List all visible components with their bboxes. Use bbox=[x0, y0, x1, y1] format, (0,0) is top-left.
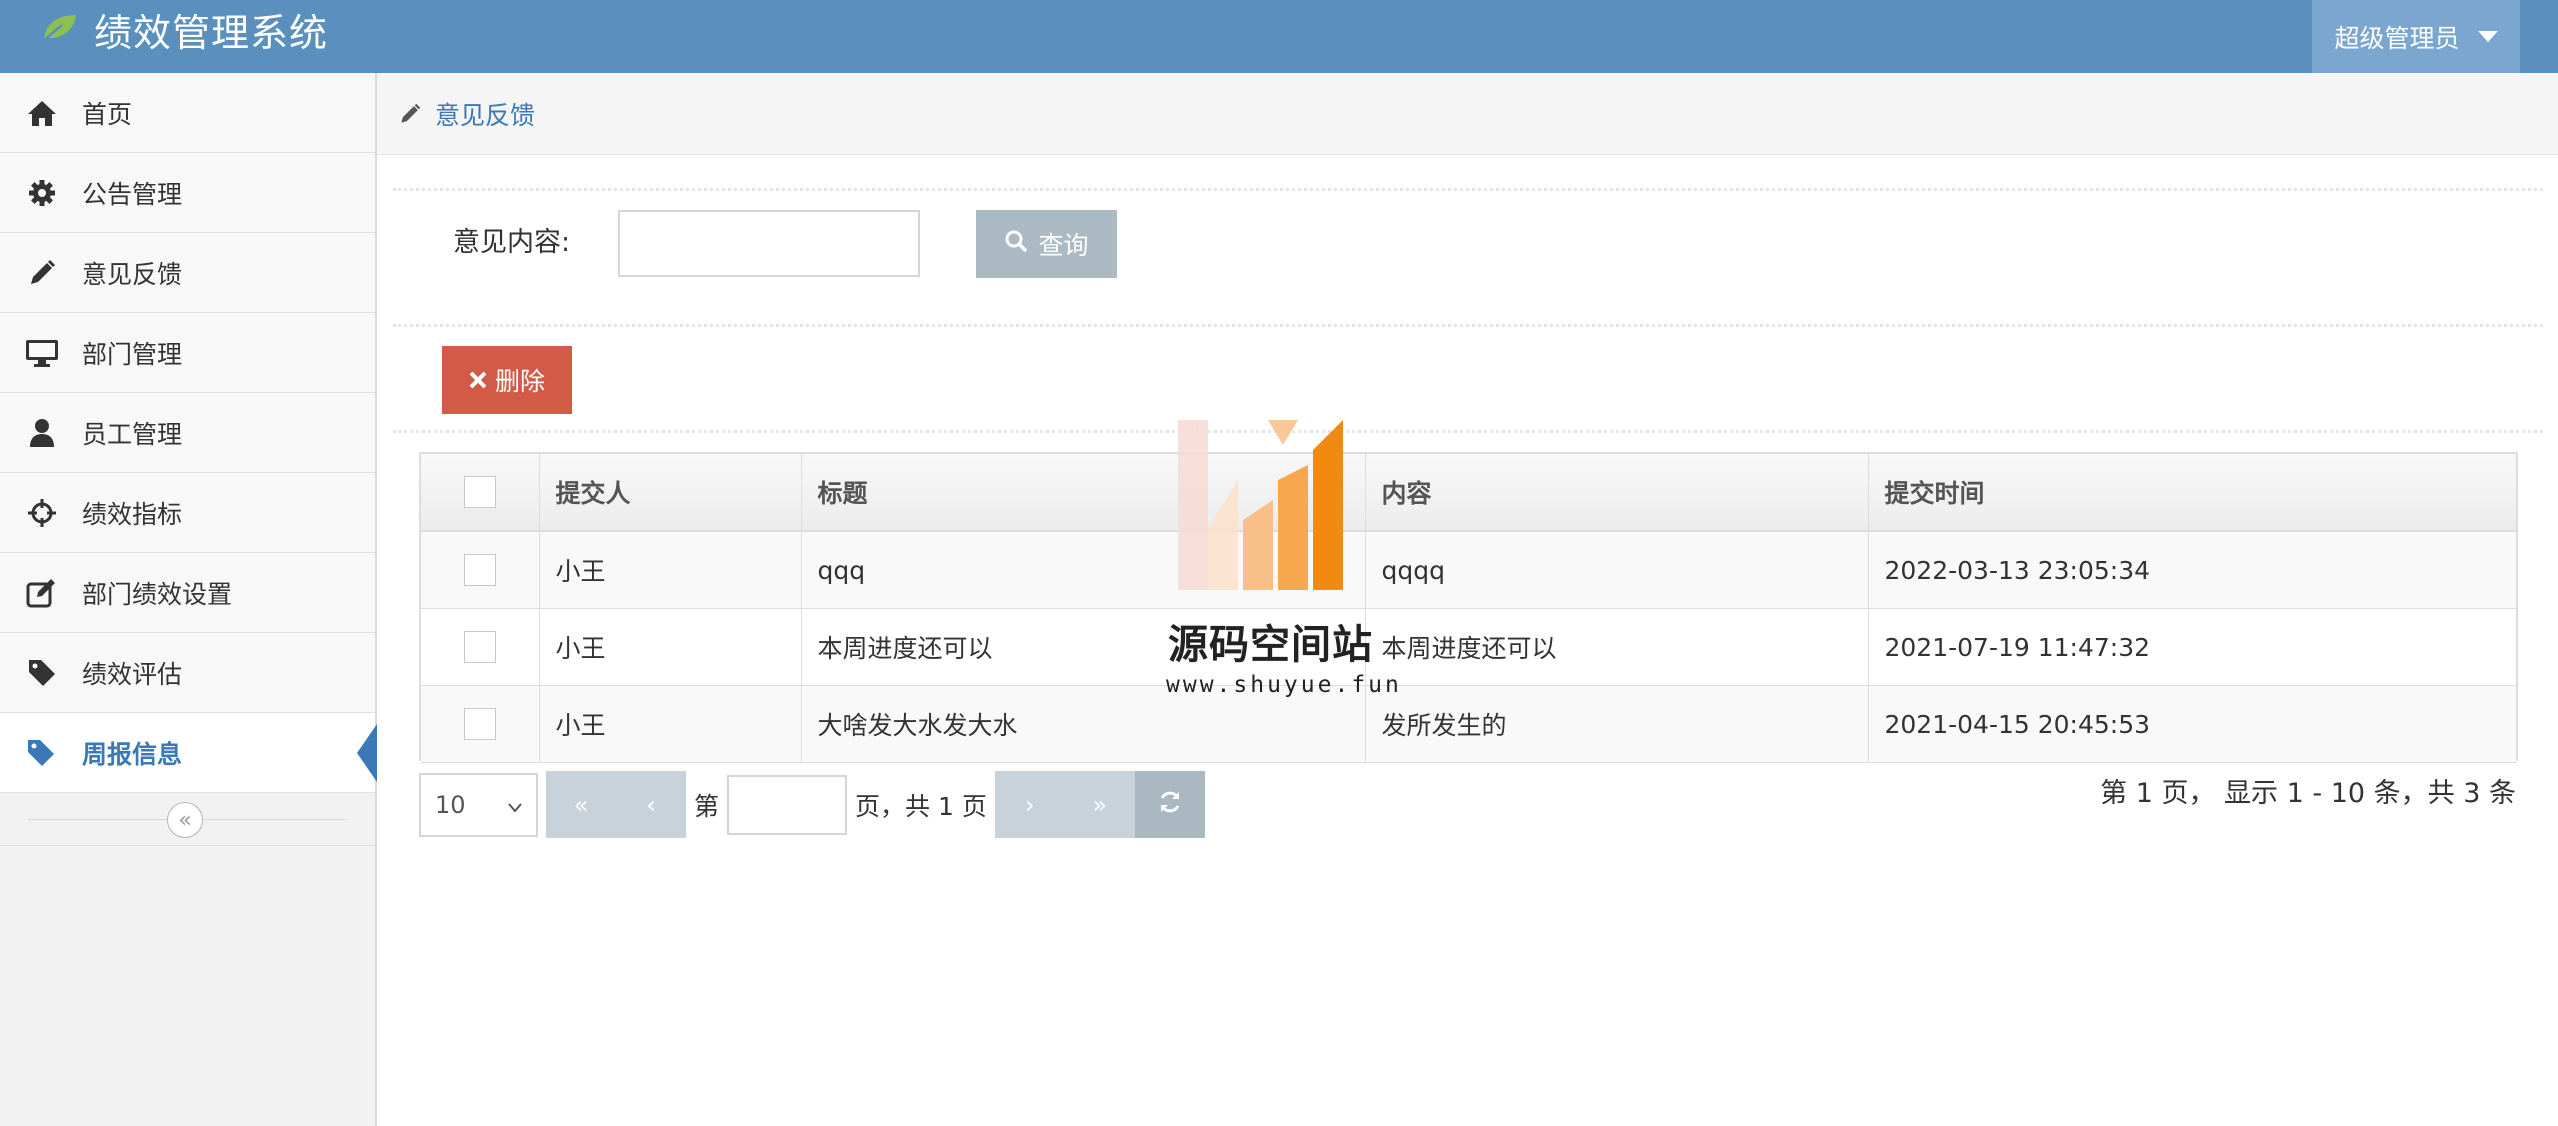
pagination-bar: 10 « ‹ 第 页，共 1 页 › » bbox=[419, 771, 1205, 838]
sidebar-item-dept-kpi-settings[interactable]: 部门绩效设置 bbox=[0, 553, 375, 633]
sidebar-collapse-bar: « bbox=[0, 793, 375, 846]
next-buttons: › » bbox=[994, 771, 1205, 838]
delete-button-label: 删除 bbox=[494, 367, 545, 396]
sidebar-item-label: 绩效评估 bbox=[82, 659, 183, 689]
watermark-title: 源码空间站 bbox=[1168, 622, 1373, 668]
sidebar-item-label: 周报信息 bbox=[82, 739, 183, 769]
close-icon bbox=[469, 366, 487, 395]
user-menu-button[interactable]: 超级管理员 bbox=[2312, 0, 2520, 73]
cell-submit-time: 2021-04-15 20:45:53 bbox=[1868, 685, 2516, 763]
chevron-right-icon: › bbox=[1025, 790, 1035, 819]
sidebar-item-feedback[interactable]: 意见反馈 bbox=[0, 233, 375, 313]
page-size-select[interactable]: 10 bbox=[419, 772, 538, 837]
next-page-button[interactable]: › bbox=[995, 771, 1065, 838]
sidebar-item-weekly-report[interactable]: 周报信息 bbox=[0, 713, 377, 793]
feedback-content-input[interactable] bbox=[618, 210, 920, 277]
chevron-down-icon bbox=[2477, 31, 2498, 42]
last-page-button[interactable]: » bbox=[1065, 771, 1135, 838]
row-checkbox[interactable] bbox=[463, 708, 496, 740]
double-chevron-left-icon: « bbox=[573, 790, 589, 819]
row-select-cell bbox=[421, 685, 540, 763]
monitor-icon bbox=[22, 333, 62, 373]
sidebar-item-evaluation[interactable]: 绩效评估 bbox=[0, 633, 375, 713]
crosshair-icon bbox=[22, 493, 62, 533]
divider bbox=[393, 324, 2543, 327]
cell-submit-time: 2022-03-13 23:05:34 bbox=[1868, 531, 2516, 609]
breadcrumb: 意见反馈 bbox=[377, 73, 2558, 155]
column-header-submitter[interactable]: 提交人 bbox=[539, 454, 802, 532]
prev-page-button[interactable]: ‹ bbox=[616, 771, 686, 838]
select-all-checkbox[interactable] bbox=[463, 476, 496, 508]
table-row[interactable]: 小王 本周进度还可以 本周进度还可以 2021-07-19 11:47:32 bbox=[421, 608, 2516, 686]
sidebar: 首页 公告管理 意见反馈 部门管理 员工管理 绩效指标 部门绩效设置 绩效评估 … bbox=[0, 73, 377, 1126]
row-checkbox[interactable] bbox=[463, 631, 496, 663]
pagination-info: 第 1 页， 显示 1 - 10 条，共 3 条 bbox=[2100, 778, 2516, 809]
refresh-icon bbox=[1157, 789, 1183, 821]
chevron-left-icon: ‹ bbox=[646, 790, 656, 819]
sidebar-item-employees[interactable]: 员工管理 bbox=[0, 393, 375, 473]
cell-content: 本周进度还可以 bbox=[1365, 608, 1869, 686]
tag-icon bbox=[22, 653, 62, 693]
table-row[interactable]: 小王 qqq qqqq 2022-03-13 23:05:34 bbox=[421, 531, 2516, 609]
sidebar-item-home[interactable]: 首页 bbox=[0, 73, 375, 153]
search-icon bbox=[1004, 229, 1028, 259]
app-title: 绩效管理系统 bbox=[94, 10, 329, 55]
prev-buttons: « ‹ bbox=[546, 771, 686, 838]
search-label: 意见内容: bbox=[453, 227, 571, 258]
sidebar-item-label: 首页 bbox=[82, 99, 133, 129]
pencil-icon bbox=[22, 253, 62, 293]
page-number-input[interactable] bbox=[727, 774, 848, 835]
sidebar-item-label: 部门绩效设置 bbox=[82, 579, 233, 609]
row-checkbox[interactable] bbox=[463, 554, 496, 586]
sidebar-item-label: 意见反馈 bbox=[82, 259, 183, 289]
cell-content: 发所发生的 bbox=[1365, 685, 1869, 763]
row-select-cell bbox=[421, 531, 540, 609]
pencil-icon bbox=[399, 101, 425, 127]
sidebar-item-label: 绩效指标 bbox=[82, 499, 183, 529]
sidebar-item-announcements[interactable]: 公告管理 bbox=[0, 153, 375, 233]
column-header-submit-time[interactable]: 提交时间 bbox=[1868, 454, 2516, 532]
query-button[interactable]: 查询 bbox=[976, 210, 1117, 278]
table-row[interactable]: 小王 大啥发大水发大水 发所发生的 2021-04-15 20:45:53 bbox=[421, 685, 2516, 763]
chevron-down-icon bbox=[508, 791, 522, 819]
divider bbox=[393, 188, 2543, 191]
brand[interactable]: 绩效管理系统 bbox=[40, 0, 328, 58]
top-bar: 绩效管理系统 超级管理员 bbox=[0, 0, 2558, 73]
page-suffix: 页，共 1 页 bbox=[855, 791, 987, 821]
tags-icon bbox=[22, 733, 62, 773]
select-all-cell bbox=[421, 454, 540, 532]
sidebar-item-label: 部门管理 bbox=[82, 339, 183, 369]
leaf-logo-icon bbox=[40, 11, 80, 47]
page-prefix: 第 bbox=[694, 791, 720, 821]
feedback-table: 提交人 标题 内容 提交时间 小王 qqq qqqq 2022-03-13 23… bbox=[419, 452, 2518, 763]
delete-button[interactable]: 删除 bbox=[442, 346, 572, 414]
query-button-label: 查询 bbox=[1038, 231, 1089, 260]
cell-submitter: 小王 bbox=[539, 531, 802, 609]
divider bbox=[393, 430, 2543, 433]
table-header-row: 提交人 标题 内容 提交时间 bbox=[421, 454, 2516, 532]
edit-icon bbox=[22, 573, 62, 613]
first-page-button[interactable]: « bbox=[546, 771, 616, 838]
collapse-sidebar-button[interactable]: « bbox=[167, 802, 203, 838]
double-chevron-left-icon: « bbox=[178, 807, 192, 833]
sidebar-item-departments[interactable]: 部门管理 bbox=[0, 313, 375, 393]
cell-submit-time: 2021-07-19 11:47:32 bbox=[1868, 608, 2516, 686]
cell-submitter: 小王 bbox=[539, 608, 802, 686]
home-icon bbox=[22, 93, 62, 133]
double-chevron-right-icon: » bbox=[1092, 790, 1108, 819]
sidebar-item-kpi[interactable]: 绩效指标 bbox=[0, 473, 375, 553]
page-size-value: 10 bbox=[435, 790, 466, 819]
breadcrumb-current[interactable]: 意见反馈 bbox=[435, 96, 535, 132]
column-header-content[interactable]: 内容 bbox=[1365, 454, 1869, 532]
gear-icon bbox=[22, 173, 62, 213]
row-select-cell bbox=[421, 608, 540, 686]
cell-content: qqqq bbox=[1365, 531, 1869, 609]
user-icon bbox=[22, 413, 62, 453]
refresh-button[interactable] bbox=[1134, 771, 1205, 838]
sidebar-item-label: 员工管理 bbox=[82, 419, 183, 449]
cell-submitter: 小王 bbox=[539, 685, 802, 763]
user-name: 超级管理员 bbox=[2334, 23, 2460, 53]
watermark-url: www.shuyue.fun bbox=[1166, 672, 1402, 698]
sidebar-item-label: 公告管理 bbox=[82, 179, 183, 209]
